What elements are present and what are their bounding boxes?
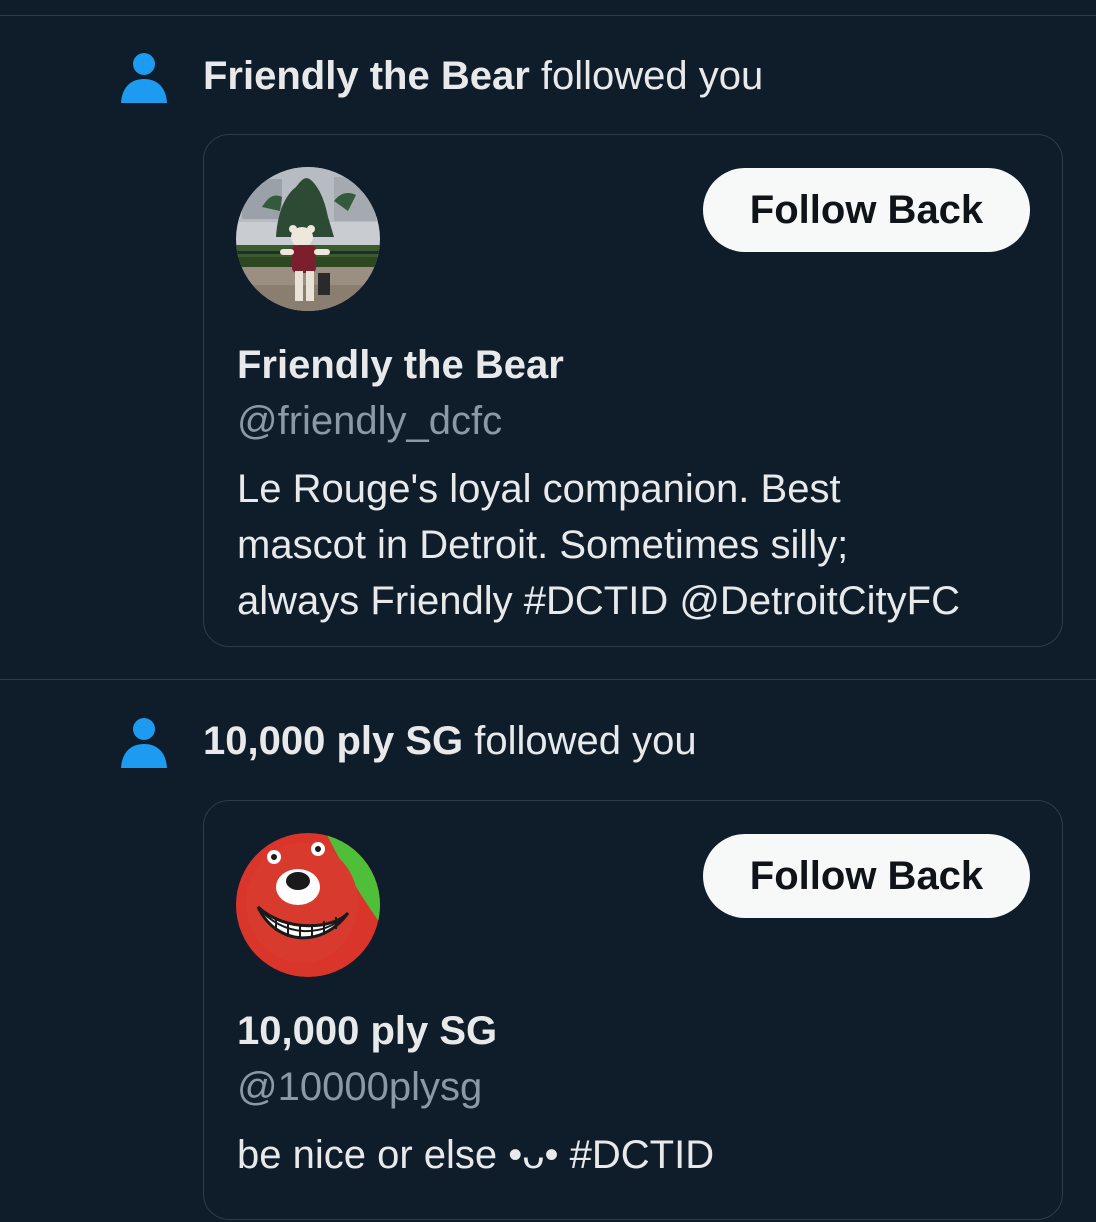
- follow-notification[interactable]: 10,000 ply SG followed you Follow Back 1…: [0, 682, 1096, 1222]
- user-bio: Le Rouge's loyal companion. Best mascot …: [237, 461, 1037, 629]
- notification-action: followed you: [474, 719, 697, 763]
- notification-text: Friendly the Bear followed you: [203, 52, 763, 100]
- person-icon: [119, 52, 169, 104]
- bio-line: be nice or else •ᴗ• #DCTID: [237, 1133, 715, 1177]
- avatar[interactable]: [236, 833, 380, 977]
- follow-back-button[interactable]: Follow Back: [703, 168, 1030, 252]
- user-bio: be nice or else •ᴗ• #DCTID: [237, 1127, 1037, 1183]
- follow-notification[interactable]: Friendly the Bear followed you Follow Ba…: [0, 16, 1096, 680]
- avatar[interactable]: [236, 167, 380, 311]
- follow-back-button[interactable]: Follow Back: [703, 834, 1030, 918]
- display-name[interactable]: 10,000 ply SG: [237, 1007, 497, 1055]
- notification-text: 10,000 ply SG followed you: [203, 717, 697, 765]
- user-handle[interactable]: @friendly_dcfc: [237, 397, 502, 445]
- actor-name[interactable]: 10,000 ply SG: [203, 719, 463, 763]
- user-card[interactable]: Follow Back 10,000 ply SG @10000plysg be…: [203, 800, 1063, 1220]
- top-divider: [0, 0, 1096, 16]
- user-handle[interactable]: @10000plysg: [237, 1063, 482, 1111]
- bio-line: Le Rouge's loyal companion. Best: [237, 467, 841, 511]
- bio-line: always Friendly #DCTID @DetroitCityFC: [237, 579, 960, 623]
- user-card[interactable]: Follow Back Friendly the Bear @friendly_…: [203, 134, 1063, 647]
- person-icon: [119, 717, 169, 769]
- bio-line: mascot in Detroit. Sometimes silly;: [237, 523, 849, 567]
- actor-name[interactable]: Friendly the Bear: [203, 54, 530, 98]
- display-name[interactable]: Friendly the Bear: [237, 341, 564, 389]
- notification-action: followed you: [540, 54, 764, 98]
